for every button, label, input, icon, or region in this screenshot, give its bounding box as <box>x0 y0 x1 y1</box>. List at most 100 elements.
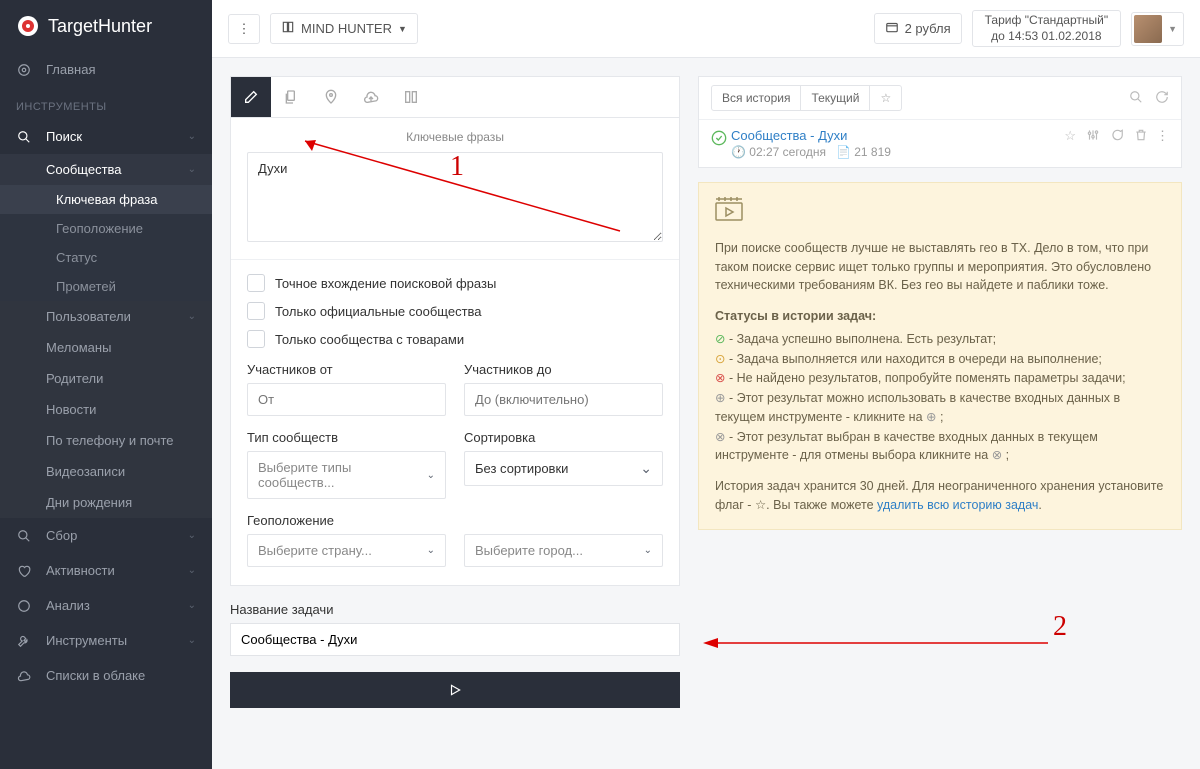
tip-status-success: ⊘ - Задача успешно выполнена. Есть резул… <box>715 330 1165 349</box>
sort-select[interactable]: Без сортировки⌄ <box>464 451 663 486</box>
city-select[interactable]: Выберите город...⌄ <box>464 534 663 567</box>
history-search-icon[interactable] <box>1129 90 1143 107</box>
history-tab-current[interactable]: Текущий <box>801 86 870 110</box>
type-select[interactable]: Выберите типы сообществ...⌄ <box>247 451 446 499</box>
sidebar-status[interactable]: Статус <box>0 243 212 272</box>
sidebar-parents[interactable]: Родители <box>0 363 212 394</box>
task-name-label: Название задачи <box>230 602 680 617</box>
history-tab-starred[interactable]: ☆ <box>870 86 901 110</box>
sidebar-users[interactable]: Пользователи⌄ <box>0 301 212 332</box>
task-name-input[interactable] <box>230 623 680 656</box>
mind-hunter-dropdown[interactable]: MIND HUNTER ▼ <box>270 13 418 44</box>
sidebar-tools[interactable]: Инструменты ⌄ <box>0 623 212 658</box>
checkbox-icon <box>247 330 265 348</box>
sidebar-section-tools: ИНСТРУМЕНТЫ <box>0 87 212 119</box>
status-success-icon <box>711 130 731 149</box>
task-name-section: Название задачи <box>230 602 680 656</box>
tab-location[interactable] <box>311 77 351 117</box>
checkbox-goods[interactable]: Только сообщества с товарами <box>247 330 663 348</box>
annotation-2: 2 <box>1053 611 1067 642</box>
chevron-down-icon: ⌄ <box>640 460 652 477</box>
sidebar-lists[interactable]: Списки в облаке <box>0 658 212 693</box>
dots-icon[interactable]: ⋮ <box>1156 128 1169 144</box>
chevron-down-icon: ⌄ <box>188 635 196 646</box>
checkbox-exact[interactable]: Точное вхождение поисковой фразы <box>247 274 663 292</box>
sidebar-geo[interactable]: Геоположение <box>0 214 212 243</box>
chevron-down-icon: ⌄ <box>427 470 435 481</box>
tip-paragraph: При поиске сообществ лучше не выставлять… <box>715 239 1165 295</box>
keyphrases-label: Ключевые фразы <box>247 130 663 144</box>
tariff-info[interactable]: Тариф "Стандартный" до 14:53 01.02.2018 <box>972 10 1121 47</box>
user-menu[interactable]: ▼ <box>1131 12 1184 46</box>
sidebar-birthdays[interactable]: Дни рождения <box>0 487 212 518</box>
tab-cloud[interactable] <box>351 77 391 117</box>
wallet-icon <box>885 20 899 37</box>
gather-icon <box>16 529 32 543</box>
tip-status-fail: ⊗ - Не найдено результатов, попробуйте п… <box>715 369 1165 388</box>
history-refresh-icon[interactable] <box>1155 90 1169 107</box>
book-icon <box>281 20 295 37</box>
chevron-down-icon: ⌄ <box>188 530 196 541</box>
keyphrases-textarea[interactable]: Духи <box>247 152 663 242</box>
checkbox-official[interactable]: Только официальные сообщества <box>247 302 663 320</box>
run-button[interactable] <box>230 672 680 708</box>
wrench-icon <box>16 634 32 648</box>
chevron-down-icon: ⌄ <box>188 311 196 322</box>
sidebar-communities[interactable]: Сообщества ⌄ <box>0 154 212 185</box>
chevron-down-icon: ⌄ <box>188 164 196 175</box>
sidebar-activity[interactable]: Активности ⌄ <box>0 553 212 588</box>
history-tab-all[interactable]: Вся история <box>712 86 801 110</box>
chevron-down-icon: ⌄ <box>188 131 196 142</box>
caret-down-icon: ▼ <box>398 24 407 34</box>
chat-icon[interactable] <box>1110 128 1124 145</box>
members-to-input[interactable] <box>464 383 663 416</box>
arrow-2 <box>698 631 1058 661</box>
tab-edit[interactable] <box>231 77 271 117</box>
analysis-icon <box>16 599 32 613</box>
search-form-panel: Ключевые фразы Духи Точное вхождение пои… <box>230 76 680 586</box>
history-tabs: Вся история Текущий ☆ <box>711 85 902 111</box>
history-item[interactable]: Сообщества - Духи 🕐 02:27 сегодня 📄 21 8… <box>699 119 1181 167</box>
chevron-down-icon: ⌄ <box>644 545 652 556</box>
sidebar-prometei[interactable]: Прометей <box>0 272 212 301</box>
members-from-label: Участников от <box>247 362 446 377</box>
sidebar-search[interactable]: Поиск ⌄ <box>0 119 212 154</box>
chevron-down-icon: ⌄ <box>188 600 196 611</box>
checkbox-icon <box>247 274 265 292</box>
sidebar-gather[interactable]: Сбор ⌄ <box>0 518 212 553</box>
logo-icon <box>16 14 40 38</box>
main: ⋮ MIND HUNTER ▼ 2 рубля Тариф "Стандартн… <box>212 0 1200 769</box>
sidebar-news[interactable]: Новости <box>0 394 212 425</box>
home-icon <box>16 63 32 77</box>
tip-footer: История задач хранится 30 дней. Для неог… <box>715 477 1165 515</box>
tab-copy[interactable] <box>271 77 311 117</box>
logo[interactable]: TargetHunter <box>0 0 212 52</box>
chevron-down-icon: ⌄ <box>188 565 196 576</box>
sidebar-home[interactable]: Главная <box>0 52 212 87</box>
tip-status-input-available: ⊕ - Этот результат можно использовать в … <box>715 389 1165 427</box>
sidebar-keyphrase[interactable]: Ключевая фраза <box>0 185 212 214</box>
tip-box: При поиске сообществ лучше не выставлять… <box>698 182 1182 530</box>
type-label: Тип сообществ <box>247 430 446 445</box>
more-button[interactable]: ⋮ <box>228 14 260 44</box>
star-icon[interactable]: ☆ <box>1064 128 1076 145</box>
trash-icon[interactable] <box>1134 128 1148 145</box>
sidebar-analysis[interactable]: Анализ ⌄ <box>0 588 212 623</box>
country-select[interactable]: Выберите страну...⌄ <box>247 534 446 567</box>
form-tabstrip <box>231 77 679 118</box>
heart-icon <box>16 564 32 578</box>
sidebar-meloman[interactable]: Меломаны <box>0 332 212 363</box>
sidebar-videos[interactable]: Видеозаписи <box>0 456 212 487</box>
history-item-title[interactable]: Сообщества - Духи <box>731 128 1064 143</box>
balance-button[interactable]: 2 рубля <box>874 13 962 44</box>
members-from-input[interactable] <box>247 383 446 416</box>
checkbox-icon <box>247 302 265 320</box>
chevron-down-icon: ⌄ <box>427 545 435 556</box>
tab-library[interactable] <box>391 77 431 117</box>
caret-down-icon: ▼ <box>1168 24 1177 34</box>
history-panel: Вся история Текущий ☆ Сообщества - Духи <box>698 76 1182 168</box>
delete-history-link[interactable]: удалить всю историю задач <box>877 498 1038 512</box>
sidebar-phonemail[interactable]: По телефону и почте <box>0 425 212 456</box>
history-item-time: 🕐 02:27 сегодня <box>731 145 826 159</box>
sliders-icon[interactable] <box>1086 128 1100 145</box>
